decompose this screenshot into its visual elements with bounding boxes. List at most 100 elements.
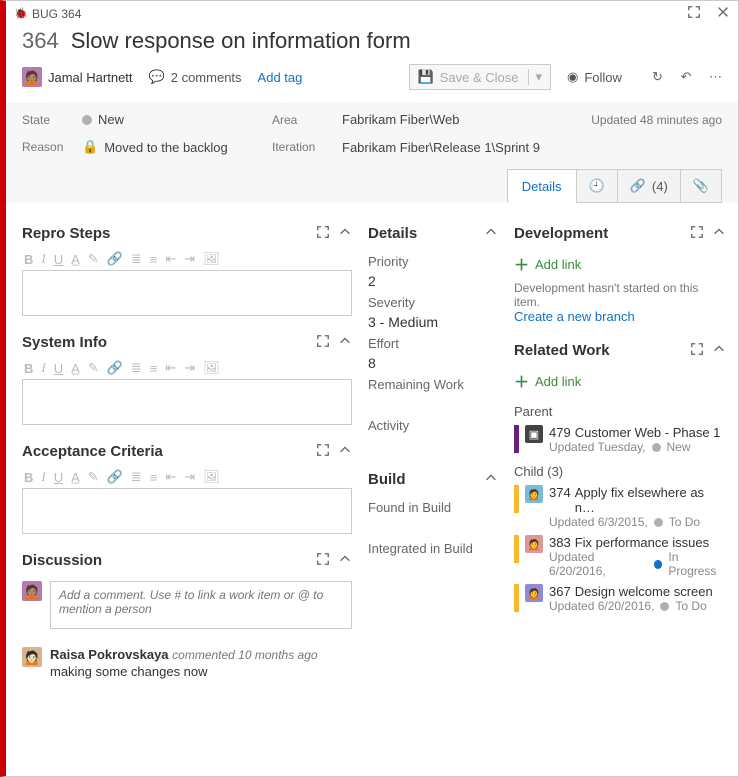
save-and-close-button[interactable]: 💾 Save & Close ▾: [409, 64, 551, 90]
iteration-field[interactable]: Fabrikam Fiber\Release 1\Sprint 9: [342, 140, 552, 155]
work-item-type: BUG: [32, 7, 58, 21]
commenter-avatar: 🙍🏻: [22, 647, 42, 667]
bullets-icon[interactable]: ≣: [131, 469, 142, 485]
font-color-icon[interactable]: A̲: [71, 252, 80, 267]
italic-icon[interactable]: I: [41, 251, 45, 267]
insert-image-icon[interactable]: 🖼: [203, 469, 220, 485]
activity-label: Activity: [368, 418, 498, 433]
outdent-icon[interactable]: ⇤: [165, 360, 176, 376]
integrated-build-field[interactable]: [368, 560, 498, 576]
tab-details[interactable]: Details: [507, 169, 577, 203]
hyperlink-icon[interactable]: 🔗: [107, 251, 123, 267]
effort-field[interactable]: 8: [368, 355, 498, 371]
close-icon[interactable]: [716, 8, 730, 22]
related-item-child[interactable]: 🙍 374 Apply fix elsewhere as n… Updated …: [514, 485, 726, 529]
follow-button[interactable]: ◉ Follow: [567, 69, 622, 85]
collapse-icon[interactable]: [338, 552, 352, 569]
discussion-title: Discussion: [22, 552, 308, 569]
save-dropdown-icon[interactable]: ▾: [528, 69, 542, 85]
create-branch-link[interactable]: Create a new branch: [514, 309, 726, 324]
indent-icon[interactable]: ⇥: [184, 360, 195, 376]
remaining-field[interactable]: [368, 396, 498, 412]
right-column: Development ＋ Add link Development hasn'…: [514, 223, 726, 764]
collapse-icon[interactable]: [338, 225, 352, 242]
bold-icon[interactable]: B: [24, 252, 33, 267]
italic-icon[interactable]: I: [41, 469, 45, 485]
dev-add-link[interactable]: ＋ Add link: [514, 254, 726, 275]
collapse-icon[interactable]: [712, 342, 726, 359]
numbered-icon[interactable]: ≡: [150, 252, 158, 267]
expand-icon[interactable]: [316, 225, 330, 242]
work-state: To Do: [675, 599, 706, 613]
numbered-icon[interactable]: ≡: [150, 361, 158, 376]
tab-attachments[interactable]: 📎: [680, 169, 722, 203]
area-field[interactable]: Fabrikam Fiber\Web: [342, 112, 552, 127]
hyperlink-icon[interactable]: 🔗: [107, 360, 123, 376]
repro-steps-editor[interactable]: [22, 270, 352, 316]
collapse-icon[interactable]: [712, 225, 726, 242]
indent-icon[interactable]: ⇥: [184, 469, 195, 485]
assignee-chip[interactable]: 🙍🏽 Jamal Hartnett: [22, 67, 133, 87]
reason-field[interactable]: 🔒 Moved to the backlog: [82, 139, 272, 155]
related-item-child[interactable]: 🙍 367 Design welcome screen Updated 6/20…: [514, 584, 726, 613]
comment-body: making some changes now: [50, 664, 318, 679]
found-build-field[interactable]: [368, 519, 498, 535]
comment-author: Raisa Pokrovskaya: [50, 647, 169, 662]
tab-history[interactable]: 🕘: [576, 169, 618, 203]
related-add-link[interactable]: ＋ Add link: [514, 371, 726, 392]
expand-icon[interactable]: [690, 225, 704, 242]
fullscreen-icon[interactable]: [687, 8, 704, 22]
more-actions-icon[interactable]: ⋯: [709, 69, 722, 84]
work-item-title[interactable]: 364 Slow response on information form: [22, 28, 722, 54]
acceptance-header: Acceptance Criteria: [22, 443, 352, 460]
state-dot-icon: [652, 443, 661, 452]
priority-field[interactable]: 2: [368, 273, 498, 289]
severity-field[interactable]: 3 - Medium: [368, 314, 498, 330]
expand-icon[interactable]: [316, 443, 330, 460]
numbered-icon[interactable]: ≡: [150, 470, 158, 485]
outdent-icon[interactable]: ⇤: [165, 251, 176, 267]
refresh-icon[interactable]: ↻: [652, 69, 663, 84]
activity-field[interactable]: [368, 437, 498, 453]
collapse-icon[interactable]: [484, 225, 498, 242]
comments-link[interactable]: 💬 2 comments: [149, 69, 242, 85]
font-color-icon[interactable]: A̲: [71, 470, 80, 485]
acceptance-editor[interactable]: [22, 488, 352, 534]
remaining-label: Remaining Work: [368, 377, 498, 392]
bullets-icon[interactable]: ≣: [131, 251, 142, 267]
insert-image-icon[interactable]: 🖼: [203, 360, 220, 376]
expand-icon[interactable]: [316, 552, 330, 569]
related-item-parent[interactable]: ▣ 479 Customer Web - Phase 1 Updated Tue…: [514, 425, 726, 454]
comments-count: 2 comments: [171, 70, 242, 85]
bold-icon[interactable]: B: [24, 361, 33, 376]
clear-format-icon[interactable]: ✎: [88, 360, 99, 376]
state-field[interactable]: New: [82, 112, 272, 127]
collapse-icon[interactable]: [338, 334, 352, 351]
font-color-icon[interactable]: A̲: [71, 361, 80, 376]
add-tag-button[interactable]: Add tag: [258, 70, 303, 85]
expand-icon[interactable]: [316, 334, 330, 351]
tab-links[interactable]: 🔗 (4): [617, 169, 681, 203]
italic-icon[interactable]: I: [41, 360, 45, 376]
outdent-icon[interactable]: ⇤: [165, 469, 176, 485]
build-header: Build: [368, 471, 498, 488]
bullets-icon[interactable]: ≣: [131, 360, 142, 376]
hyperlink-icon[interactable]: 🔗: [107, 469, 123, 485]
clear-format-icon[interactable]: ✎: [88, 251, 99, 267]
indent-icon[interactable]: ⇥: [184, 251, 195, 267]
undo-icon[interactable]: ↶: [680, 69, 691, 84]
underline-icon[interactable]: U: [54, 361, 63, 376]
sysinfo-editor[interactable]: [22, 379, 352, 425]
collapse-icon[interactable]: [338, 443, 352, 460]
insert-image-icon[interactable]: 🖼: [203, 251, 220, 267]
underline-icon[interactable]: U: [54, 470, 63, 485]
clear-format-icon[interactable]: ✎: [88, 469, 99, 485]
bold-icon[interactable]: B: [24, 470, 33, 485]
collapse-icon[interactable]: [484, 471, 498, 488]
related-item-child[interactable]: 🙍 383 Fix performance issues Updated 6/2…: [514, 535, 726, 578]
underline-icon[interactable]: U: [54, 252, 63, 267]
expand-icon[interactable]: [690, 342, 704, 359]
type-color-bar: [514, 425, 519, 453]
reason-label: Reason: [22, 140, 82, 154]
discussion-input[interactable]: [50, 581, 352, 629]
